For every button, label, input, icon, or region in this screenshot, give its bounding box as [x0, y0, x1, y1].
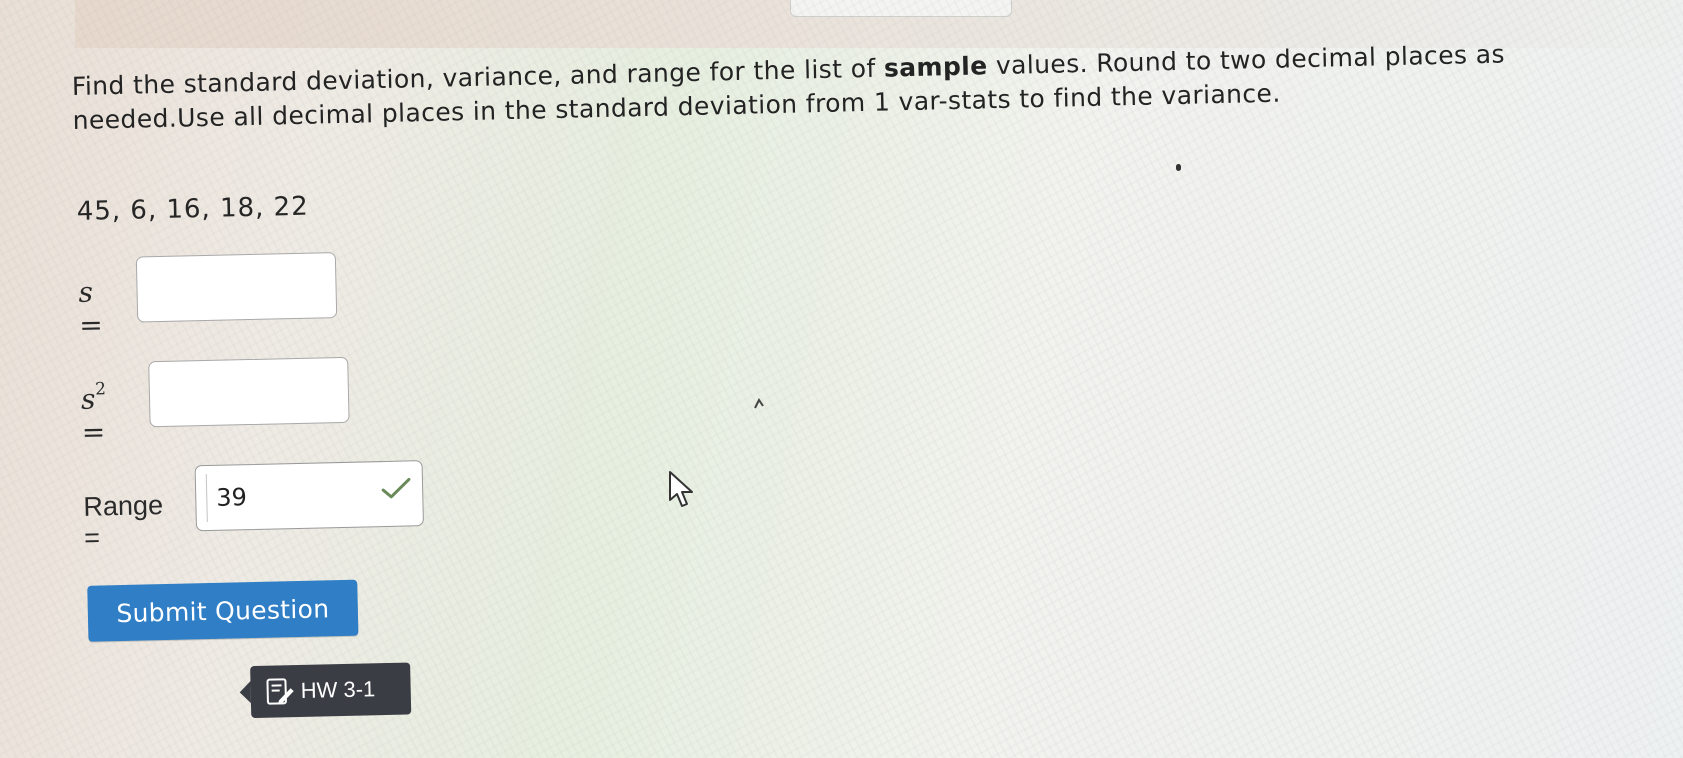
submit-question-button[interactable]: Submit Question	[87, 579, 359, 642]
question-text-bold: sample	[883, 51, 988, 83]
screen: Find the standard deviation, variance, a…	[0, 0, 1683, 758]
std-dev-input-box[interactable]	[135, 252, 338, 323]
variance-input-box[interactable]	[148, 356, 350, 428]
std-dev-label: s =	[78, 275, 104, 342]
correct-check-icon	[381, 477, 411, 499]
mouse-cursor-icon	[669, 471, 693, 507]
variance-label-equals: =	[81, 415, 106, 449]
range-label: Range =	[83, 490, 164, 553]
hw-badge[interactable]: HW 3-1	[239, 662, 412, 719]
sample-values: 45, 6, 16, 18, 22	[76, 191, 310, 227]
stray-caret-mark	[754, 398, 764, 409]
range-input-box[interactable]	[194, 460, 424, 532]
question-text: Find the standard deviation, variance, a…	[72, 35, 1613, 138]
variance-label: s2 =	[80, 378, 108, 449]
variance-input[interactable]	[149, 357, 349, 427]
hw-badge-label: HW 3-1	[300, 676, 376, 703]
variance-label-base: s	[80, 382, 96, 416]
variance-label-exponent: 2	[94, 378, 107, 400]
question-content: Find the standard deviation, variance, a…	[70, 0, 1683, 758]
std-dev-input[interactable]	[136, 253, 337, 322]
hw-badge-notch	[239, 681, 251, 704]
assignment-edit-icon	[266, 678, 294, 705]
